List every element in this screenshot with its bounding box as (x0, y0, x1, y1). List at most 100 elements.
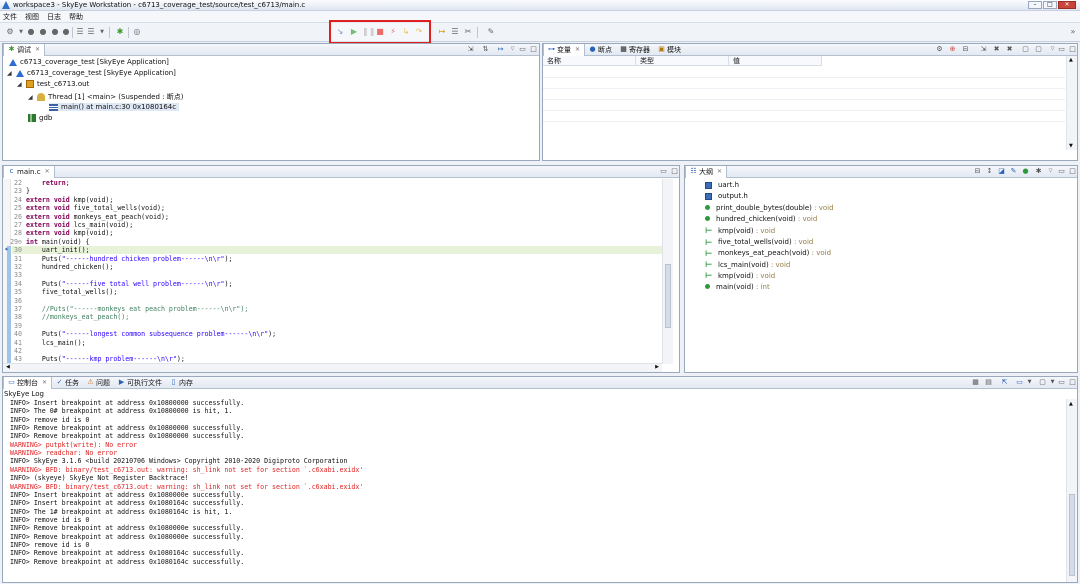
code-line[interactable]: 23} (5, 187, 30, 195)
tab-outline[interactable]: ☷ 大纲 ✕ (685, 165, 728, 178)
console-output[interactable]: INFO> Insert breakpoint at address 0x108… (3, 399, 1065, 581)
tree-item-process[interactable]: ◢ test_c6713.out (17, 80, 89, 88)
tab-main-c[interactable]: c main.c ✕ (3, 165, 55, 178)
view-menu-icon[interactable]: ▽ (1046, 167, 1055, 176)
list-icon[interactable]: ☰ (75, 27, 85, 37)
code-line[interactable]: 36 (5, 297, 26, 305)
close-icon[interactable]: ✕ (575, 46, 580, 53)
instruction-step-icon[interactable]: ✂ (463, 27, 473, 37)
editor-horizontal-scrollbar[interactable]: ◀ ▶ (3, 363, 662, 372)
menu-file[interactable]: 文件 (3, 12, 17, 22)
maximize-view-icon[interactable]: □ (670, 167, 679, 176)
tab-registers[interactable]: ▦ 寄存器 (616, 44, 654, 56)
outline-item[interactable]: uart.h (705, 181, 739, 189)
minimize-view-icon[interactable]: ▭ (1057, 45, 1066, 54)
expand-arrow-icon[interactable]: ◢ (7, 70, 13, 77)
code-line[interactable]: 22 return; (5, 179, 70, 187)
scroll-thumb[interactable] (665, 264, 671, 328)
outline-item[interactable]: output.h (705, 192, 748, 200)
reset-sim-icon[interactable]: ● (61, 27, 71, 37)
pause-sim-icon[interactable]: ● (38, 27, 48, 37)
code-area[interactable]: 22 return; 23} 24 extern void kmp(void); 25 e… (5, 179, 655, 365)
minimize-view-icon[interactable]: ▭ (1057, 167, 1066, 176)
minimize-view-icon[interactable]: ▭ (1057, 378, 1066, 387)
maximize-view-icon[interactable]: □ (1068, 45, 1077, 54)
menu-log[interactable]: 日志 (47, 12, 61, 22)
tab-tasks[interactable]: ✓ 任务 (52, 377, 83, 389)
maximize-view-icon[interactable]: □ (1068, 378, 1077, 387)
code-line[interactable]: 32 hundred_chicken(); (5, 263, 113, 271)
step-filter-icon[interactable]: ↦ (496, 45, 505, 54)
tree-item-app-1[interactable]: c6713_coverage_test [SkyEye Application] (9, 58, 169, 66)
code-line[interactable]: 42 (5, 347, 26, 355)
menu-view[interactable]: 视图 (25, 12, 39, 22)
column-value[interactable]: 值 (729, 56, 822, 66)
list-dropdown-icon[interactable]: ☰ (86, 27, 96, 37)
variables-scrollbar[interactable]: ▲ ▼ (1066, 56, 1077, 150)
collapse-all-icon[interactable]: ⇲ (466, 45, 475, 54)
code-line[interactable]: 31 Puts("------hundred chicken problem--… (5, 255, 232, 263)
dropdown-arrow-icon[interactable]: ▼ (97, 27, 107, 37)
maximize-button[interactable]: □ (1043, 1, 1057, 9)
close-icon[interactable]: ✕ (35, 46, 40, 53)
tab-problems[interactable]: ⚠ 问题 (83, 377, 114, 389)
code-line[interactable]: 41 lcs_main(); (5, 339, 86, 347)
remove-all-icon[interactable]: ✖ (1005, 45, 1014, 54)
hide-nonpublic-icon[interactable]: ● (1021, 167, 1030, 176)
code-line[interactable]: 40 Puts("------longest common subsequenc… (5, 330, 276, 338)
tree-item-thread[interactable]: ◢ Thread [1] <main> (Suspended : 断点) (28, 92, 183, 102)
scroll-left-icon[interactable]: ◀ (6, 364, 10, 370)
outline-item[interactable]: ⊢ kmp(void) : void (705, 271, 775, 280)
code-line[interactable]: 25 extern void five_total_wells(void); (5, 204, 165, 212)
target-icon[interactable]: ◎ (132, 27, 142, 37)
column-type[interactable]: 类型 (636, 56, 729, 66)
tree-item-app-2[interactable]: ◢ c6713_coverage_test [SkyEye Applicatio… (7, 69, 176, 77)
maximize-view-icon[interactable]: □ (1068, 167, 1077, 176)
display-dropdown-icon[interactable]: ▼ (1025, 378, 1034, 387)
column-name[interactable]: 名称 (543, 56, 636, 66)
drop-to-frame-icon[interactable]: ☰ (450, 27, 460, 37)
tab-memory[interactable]: ▯ 内存 (166, 377, 197, 389)
view-menu-icon[interactable]: ▽ (1048, 45, 1057, 54)
open-console-icon[interactable]: ▢ (1038, 378, 1047, 387)
scroll-up-icon[interactable]: ▲ (1069, 57, 1073, 63)
code-line[interactable]: 26 extern void monkeys_eat_peach(void); (5, 213, 169, 221)
code-line[interactable]: 38 //monkeys_eat_peach(); (5, 313, 129, 321)
stop-sim-icon[interactable]: ● (50, 27, 60, 37)
settings-icon[interactable]: ⚙ (5, 27, 15, 37)
tab-modules[interactable]: ▣ 模块 (654, 44, 685, 56)
step-return-icon[interactable]: ↦ (437, 27, 447, 37)
code-line[interactable]: 24 extern void kmp(void); (5, 196, 113, 204)
show-logical-icon[interactable]: ⊕ (948, 45, 957, 54)
code-line[interactable]: 34 Puts("------five total well problem--… (5, 280, 232, 288)
code-line[interactable]: 39 (5, 322, 26, 330)
tab-breakpoints[interactable]: ● 断点 (585, 44, 616, 56)
editor-vertical-scrollbar[interactable] (662, 179, 673, 364)
tab-variables[interactable]: ⊶ 变量 ✕ (543, 43, 586, 56)
expand-arrow-icon[interactable]: ◢ (17, 81, 23, 88)
layout-dropdown-icon[interactable]: ▢ (1034, 45, 1043, 54)
open-dropdown-icon[interactable]: ▼ (1048, 378, 1057, 387)
expand-arrow-icon[interactable]: ◢ (28, 94, 34, 101)
scroll-thumb[interactable] (1069, 494, 1075, 576)
code-line[interactable]: 28 extern void kmp(void); (5, 229, 113, 237)
outline-item[interactable]: hundred_chicken(void) : void (705, 215, 817, 223)
scroll-down-icon[interactable]: ▼ (1069, 143, 1073, 149)
minimize-view-icon[interactable]: ▭ (518, 45, 527, 54)
show-type-icon[interactable]: ⚙ (935, 45, 944, 54)
code-line[interactable]: 35 five_total_wells(); (5, 288, 117, 296)
tab-debug[interactable]: ✱ 调试 ✕ (3, 43, 46, 56)
layout-icon[interactable]: ▢ (1021, 45, 1030, 54)
select-all-icon[interactable]: ⇲ (979, 45, 988, 54)
tree-item-gdb[interactable]: gdb (28, 114, 52, 122)
remove-icon[interactable]: ✖ (992, 45, 1001, 54)
outline-item[interactable]: ⊢ kmp(void) : void (705, 226, 775, 235)
hide-macros-icon[interactable]: ✱ (1034, 167, 1043, 176)
collapse-icon[interactable]: ⊟ (961, 45, 970, 54)
minimize-view-icon[interactable]: ▭ (659, 167, 668, 176)
close-icon[interactable]: ✕ (717, 168, 722, 175)
close-button[interactable]: ✕ (1058, 1, 1076, 9)
sort-icon[interactable]: ⊟ (973, 167, 982, 176)
tree-item-stack-frame[interactable]: main() at main.c:30 0x1080164c (49, 103, 180, 111)
code-line[interactable]: 30 uart_init(); (5, 246, 89, 254)
